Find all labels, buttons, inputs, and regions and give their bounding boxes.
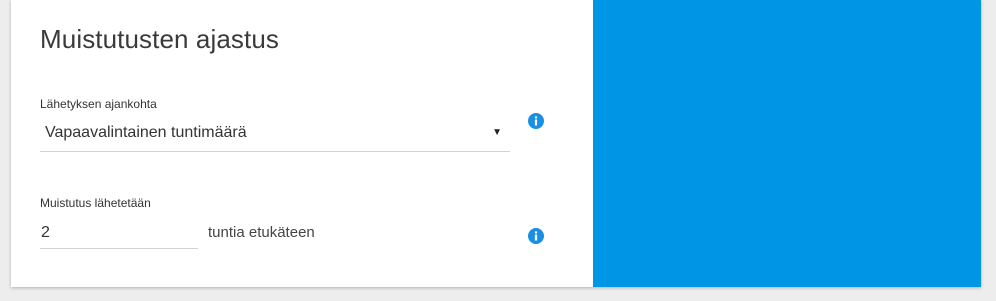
accent-panel (593, 0, 981, 287)
send-time-selected-value: Vapaavalintainen tuntimäärä (45, 124, 247, 141)
hours-suffix-label: tuntia etukäteen (208, 224, 315, 241)
chevron-down-icon: ▼ (492, 127, 502, 138)
page-title: Muistutusten ajastus (40, 24, 280, 54)
reminder-label: Muistutus lähetetään (40, 196, 151, 210)
send-time-label: Lähetyksen ajankohta (40, 97, 157, 111)
info-icon[interactable] (528, 228, 544, 244)
reminder-settings-card: Muistutusten ajastus Lähetyksen ajankoht… (11, 0, 981, 287)
info-icon[interactable] (528, 113, 544, 129)
send-time-select[interactable]: Vapaavalintainen tuntimäärä ▼ (40, 118, 510, 152)
hours-input[interactable] (40, 217, 198, 249)
